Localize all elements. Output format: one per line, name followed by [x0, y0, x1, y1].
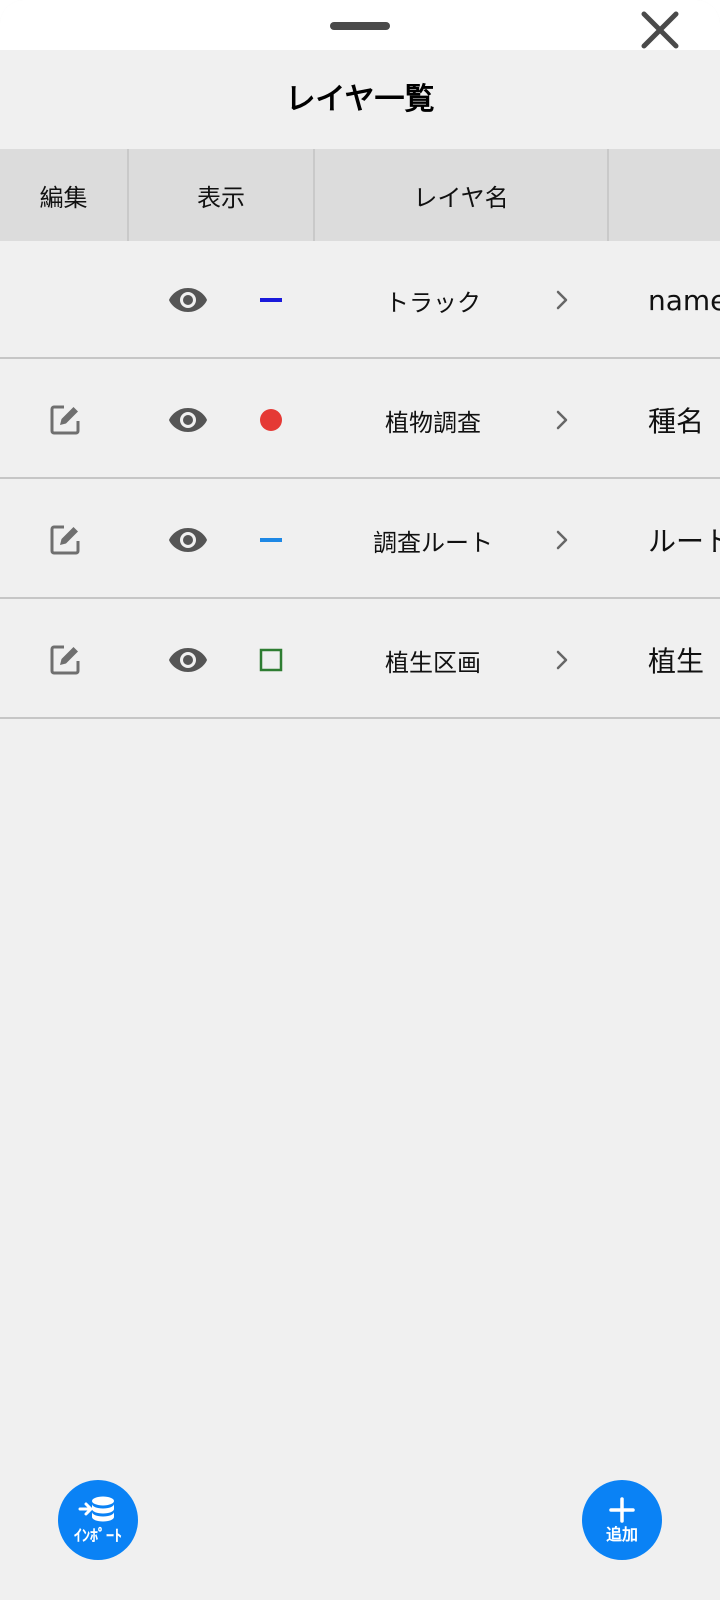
layer-name-cell[interactable]: 植生区画: [315, 601, 551, 719]
edit-icon[interactable]: [48, 643, 82, 677]
sheet-drag-handle[interactable]: [330, 22, 390, 30]
table-row[interactable]: 調査ルート ルート: [0, 481, 720, 599]
visibility-toggle[interactable]: [160, 361, 216, 479]
header-layer-name: レイヤ名: [315, 149, 609, 241]
sheet-topbar: [0, 0, 720, 50]
layer-name-cell[interactable]: トラック: [315, 241, 551, 359]
layer-name: 植生区画: [385, 648, 481, 677]
eye-icon: [169, 528, 207, 552]
close-button[interactable]: [634, 6, 686, 54]
row-chevron[interactable]: [548, 601, 576, 719]
attribute-value: 植生: [648, 645, 705, 678]
table-row[interactable]: トラック name: [0, 241, 720, 359]
eye-icon: [169, 408, 207, 432]
import-button[interactable]: ｲﾝﾎﾟｰﾄ: [58, 1480, 138, 1560]
row-chevron[interactable]: [548, 241, 576, 359]
layer-symbol: [250, 481, 292, 599]
import-button-label: ｲﾝﾎﾟｰﾄ: [73, 1526, 122, 1545]
attribute-value: 種名: [648, 405, 705, 438]
table-row[interactable]: 植物調査 種名: [0, 361, 720, 479]
edit-cell[interactable]: [0, 601, 129, 719]
visibility-toggle[interactable]: [160, 481, 216, 599]
chevron-right-icon: [556, 650, 568, 670]
add-button-label: 追加: [605, 1525, 638, 1544]
line-symbol-icon: [260, 298, 282, 302]
table-row[interactable]: 植生区画 植生: [0, 601, 720, 719]
chevron-right-icon: [556, 530, 568, 550]
line-symbol-icon: [260, 538, 282, 542]
row-chevron[interactable]: [548, 481, 576, 599]
attribute-cell: name: [648, 241, 720, 359]
layer-name: トラック: [385, 288, 481, 317]
header-edit: 編集: [0, 149, 129, 241]
edit-cell[interactable]: [0, 481, 129, 599]
edit-cell[interactable]: [0, 361, 129, 479]
add-layer-button[interactable]: 追加: [582, 1480, 662, 1560]
database-import-icon: [78, 1496, 114, 1522]
edit-icon[interactable]: [48, 523, 82, 557]
header-visible: 表示: [129, 149, 315, 241]
plus-icon: [609, 1497, 635, 1523]
close-icon: [641, 11, 679, 49]
polygon-symbol-icon: [259, 648, 283, 672]
layer-symbol: [250, 361, 292, 479]
point-symbol-icon: [260, 409, 282, 431]
chevron-right-icon: [556, 410, 568, 430]
layer-name-cell[interactable]: 植物調査: [315, 361, 551, 479]
header-attribute: [609, 149, 720, 241]
attribute-value: ルート: [648, 525, 720, 558]
layer-list-sheet: レイヤ一覧 編集 表示 レイヤ名 トラック name 植物調査 種名 調査ルート ルート植…: [0, 0, 720, 1600]
eye-icon: [169, 648, 207, 672]
layer-name: 調査ルート: [373, 528, 493, 557]
table-header: 編集 表示 レイヤ名: [0, 149, 720, 241]
layer-name-cell[interactable]: 調査ルート: [315, 481, 551, 599]
visibility-toggle[interactable]: [160, 601, 216, 719]
layer-name: 植物調査: [385, 408, 481, 437]
visibility-toggle[interactable]: [160, 241, 216, 359]
attribute-cell: ルート: [648, 481, 720, 599]
attribute-cell: 種名: [648, 361, 720, 479]
layer-symbol: [250, 601, 292, 719]
edit-icon[interactable]: [48, 403, 82, 437]
layer-symbol: [250, 241, 292, 359]
page-title: レイヤ一覧: [285, 82, 435, 117]
edit-cell: [0, 241, 129, 359]
attribute-value: name: [648, 283, 720, 317]
attribute-cell: 植生: [648, 601, 720, 719]
eye-icon: [169, 288, 207, 312]
row-chevron[interactable]: [548, 361, 576, 479]
chevron-right-icon: [556, 290, 568, 310]
